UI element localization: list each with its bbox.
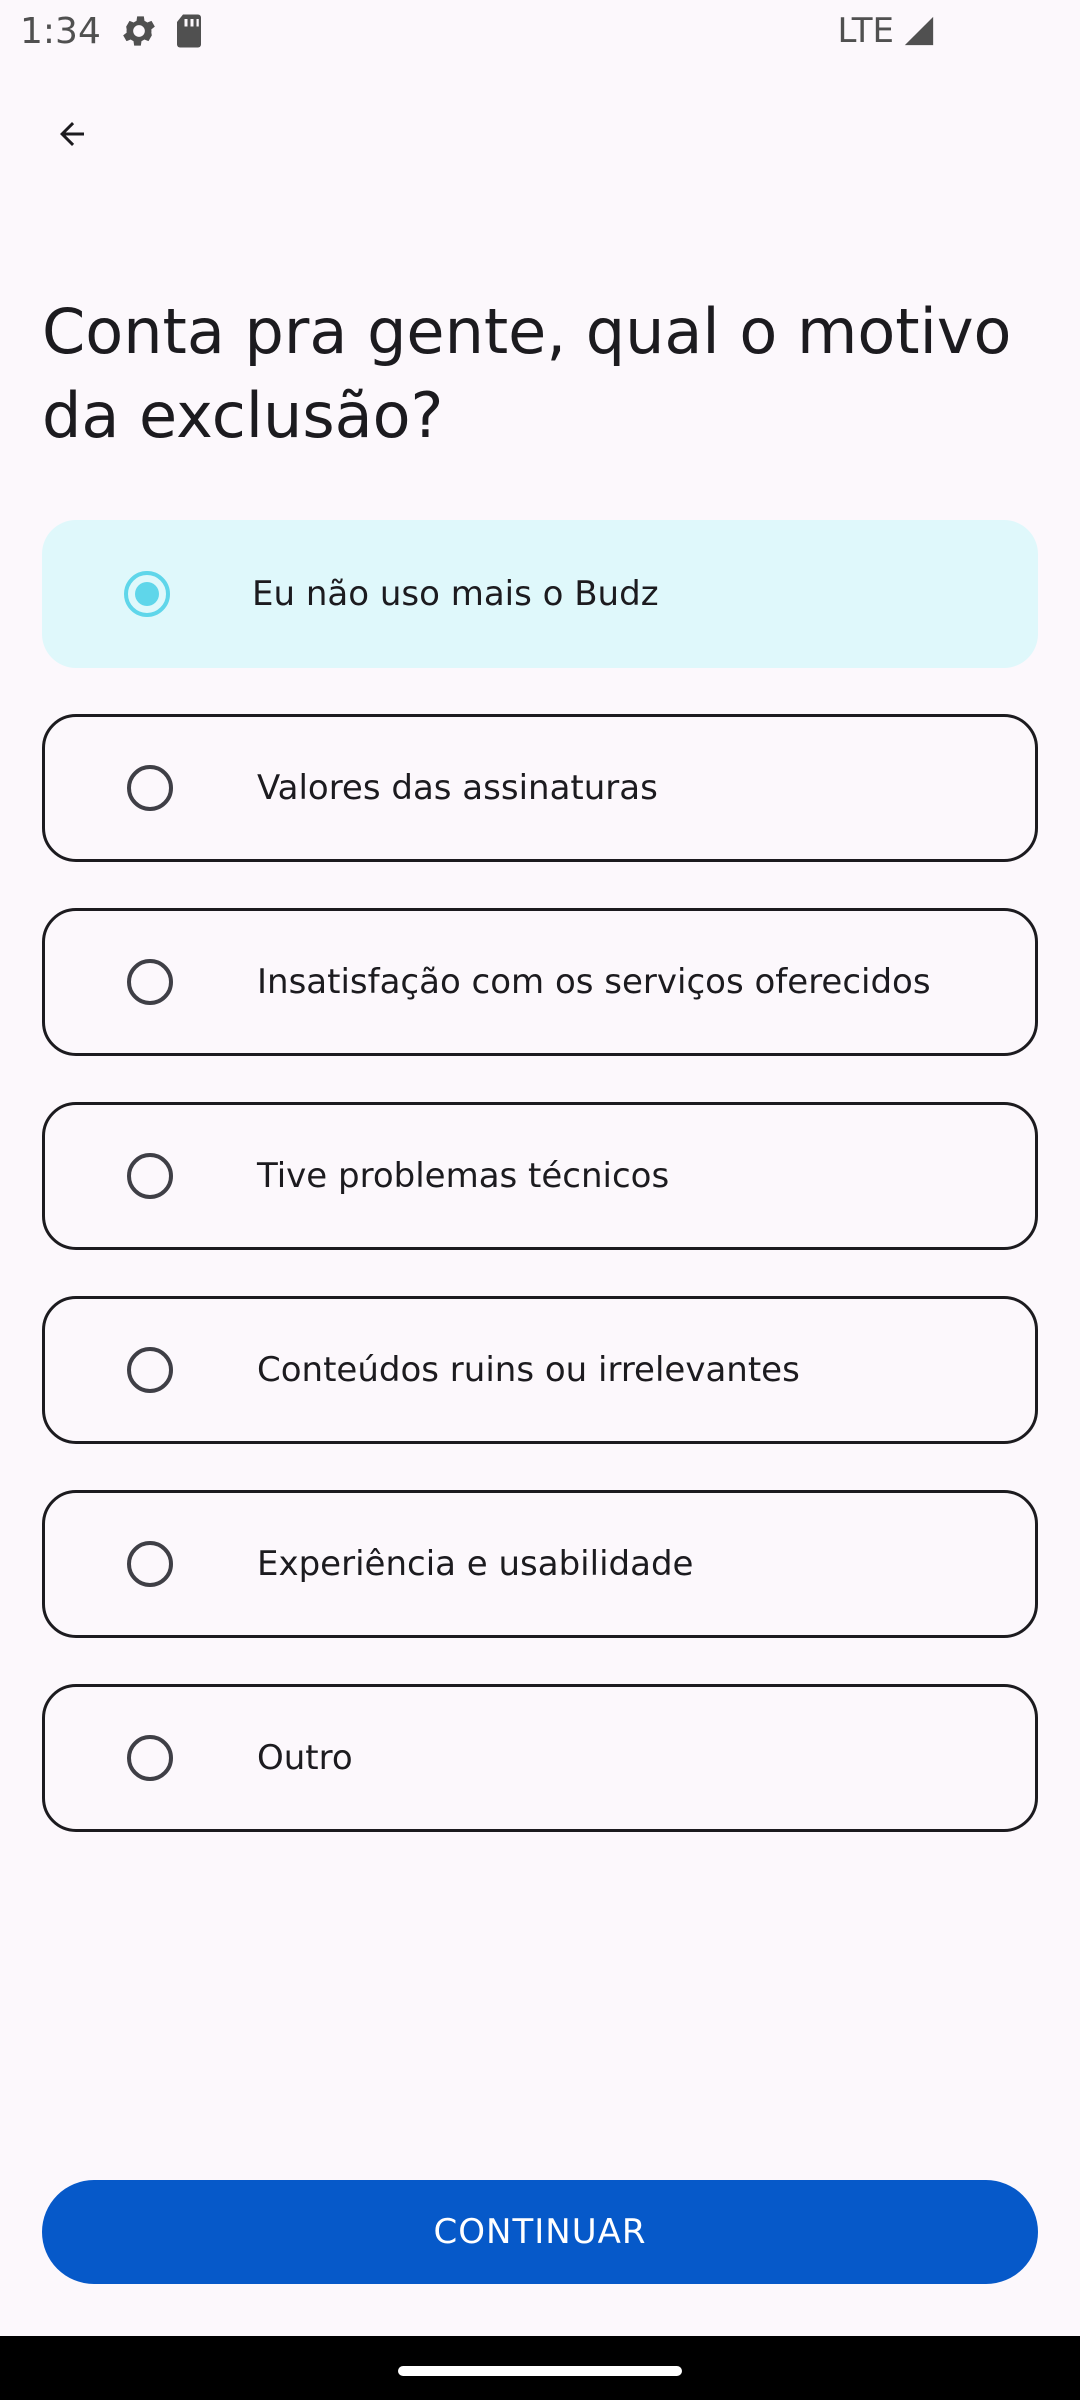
radio-unselected-icon[interactable] [127,1347,173,1393]
status-right: LTE [837,11,1060,51]
radio-unselected-icon[interactable] [127,765,173,811]
radio-selected-icon[interactable] [124,571,170,617]
page-title: Conta pra gente, qual o motivo da exclus… [42,295,1012,452]
option-label: Eu não uso mais o Budz [252,574,659,614]
status-bar: 1:34 LTE [0,0,1080,62]
reason-options: Eu não uso mais o Budz Valores das assin… [42,520,1038,1878]
radio-unselected-icon[interactable] [127,1541,173,1587]
option-label: Tive problemas técnicos [257,1156,670,1196]
option-label: Insatisfação com os serviços oferecidos [257,962,931,1002]
reason-option-other[interactable]: Outro [42,1684,1038,1832]
reason-option-experience-usability[interactable]: Experiência e usabilidade [42,1490,1038,1638]
radio-unselected-icon[interactable] [127,1735,173,1781]
reason-option-no-longer-use[interactable]: Eu não uso mais o Budz [42,520,1038,668]
reason-option-subscription-prices[interactable]: Valores das assinaturas [42,714,1038,862]
status-time: 1:34 [20,10,101,52]
option-label: Conteúdos ruins ou irrelevantes [257,1350,800,1390]
network-type: LTE [837,11,894,51]
back-button[interactable] [42,106,102,166]
arrow-back-icon [54,116,90,156]
radio-unselected-icon[interactable] [127,959,173,1005]
option-label: Experiência e usabilidade [257,1544,694,1584]
option-label: Outro [257,1738,353,1778]
sd-card-icon [173,13,205,49]
reason-option-technical-problems[interactable]: Tive problemas técnicos [42,1102,1038,1250]
delete-account-reason-screen: 1:34 LTE Conta pra gente, qual o motivo … [0,0,1080,2400]
radio-unselected-icon[interactable] [127,1153,173,1199]
reason-option-bad-content[interactable]: Conteúdos ruins ou irrelevantes [42,1296,1038,1444]
home-handle[interactable] [398,2366,682,2376]
continue-button[interactable]: CONTINUAR [42,2180,1038,2284]
gear-icon [119,11,159,51]
option-label: Valores das assinaturas [257,768,658,808]
signal-icon [902,14,936,48]
system-navigation-bar [0,2336,1080,2400]
reason-option-dissatisfaction[interactable]: Insatisfação com os serviços oferecidos [42,908,1038,1056]
